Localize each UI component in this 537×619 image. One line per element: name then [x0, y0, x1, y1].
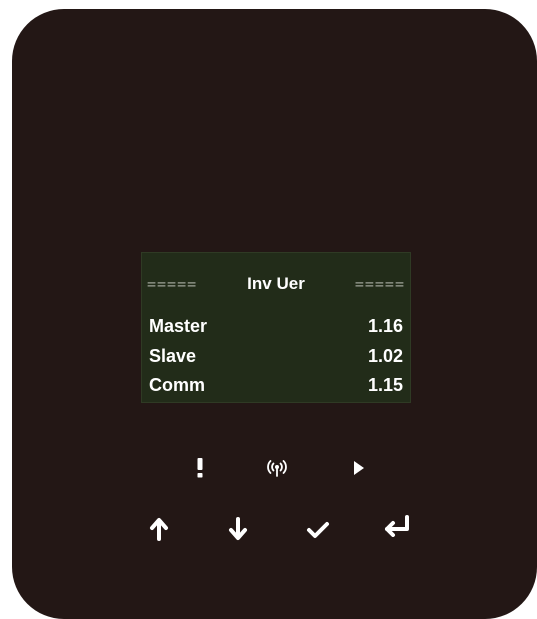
row-value: 1.02 — [367, 345, 403, 366]
title-decoration-left: ===== — [147, 275, 198, 293]
wireless-signal-icon — [263, 456, 291, 480]
row-label: Slave — [149, 345, 197, 366]
version-row-master: Master 1.16 — [149, 313, 403, 339]
row-label: Comm — [149, 374, 206, 395]
enter-icon[interactable] — [379, 509, 415, 543]
run-play-icon — [347, 456, 371, 480]
arrow-down-icon[interactable] — [221, 512, 255, 546]
version-row-comm: Comm 1.15 — [149, 372, 403, 398]
arrow-up-icon[interactable] — [142, 512, 176, 546]
row-label: Master — [149, 315, 208, 336]
row-value: 1.15 — [367, 374, 403, 395]
check-icon[interactable] — [301, 513, 335, 547]
alarm-icon — [188, 456, 212, 480]
version-row-slave: Slave 1.02 — [149, 343, 403, 369]
lcd-display: ===== Inv Uer ===== Master 1.16 Slave 1.… — [141, 252, 411, 403]
lcd-title: Inv Uer — [247, 274, 305, 293]
row-value: 1.16 — [367, 315, 403, 336]
lcd-title-bar: ===== Inv Uer ===== — [147, 272, 405, 296]
inverter-panel: ===== Inv Uer ===== Master 1.16 Slave 1.… — [12, 9, 537, 619]
title-decoration-right: ===== — [354, 275, 405, 293]
